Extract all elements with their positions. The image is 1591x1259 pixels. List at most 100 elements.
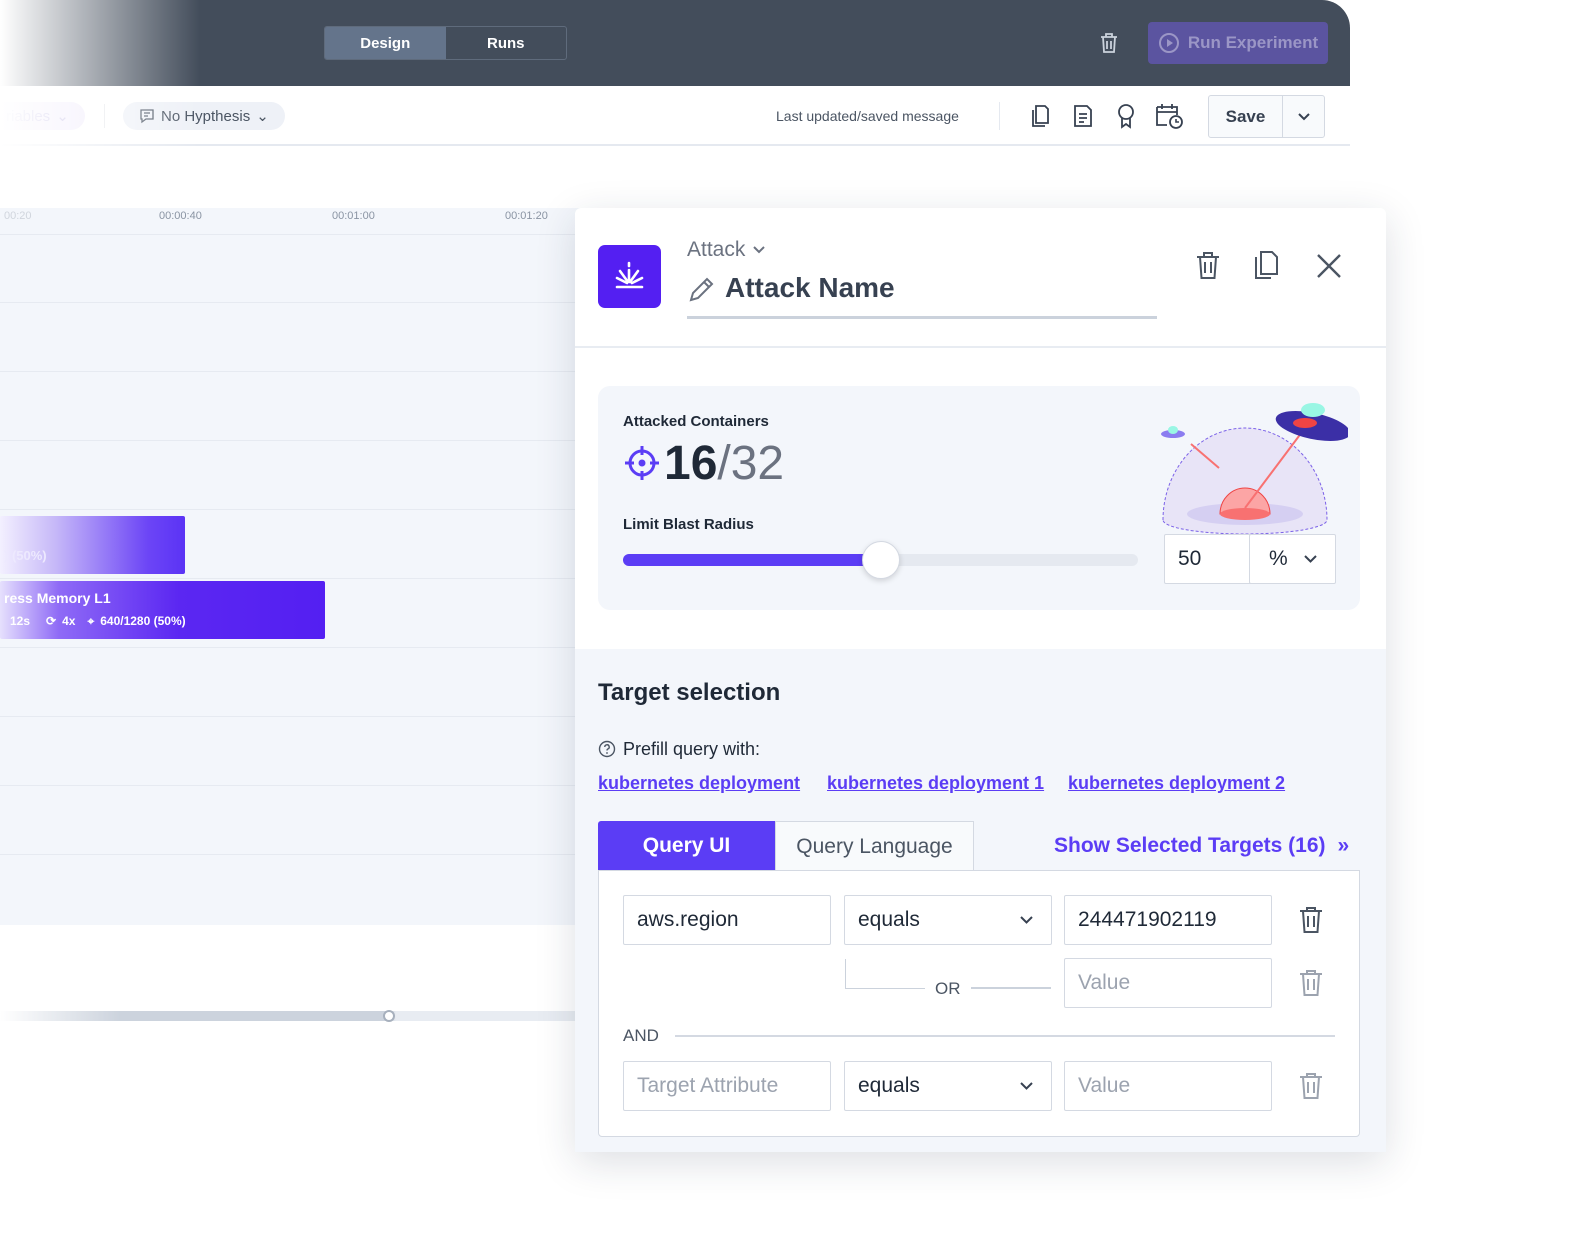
- row-divider: [0, 302, 600, 303]
- prefill-link[interactable]: kubernetes deployment: [598, 773, 800, 794]
- name-underline: [687, 316, 1157, 319]
- attack-panel: Attack Attack Name Attacked Containers 1…: [575, 208, 1386, 1152]
- operator-select[interactable]: equals: [844, 1061, 1052, 1111]
- trash-icon[interactable]: [1195, 251, 1221, 281]
- row-divider: [0, 509, 600, 510]
- attacked-containers-label: Attacked Containers: [623, 413, 769, 430]
- bar-repeat: 4x: [62, 614, 76, 628]
- tick-label: 00:00:40: [159, 210, 202, 222]
- and-divider: [675, 1035, 1335, 1037]
- run-experiment-button[interactable]: Run Experiment: [1148, 22, 1328, 64]
- copy-icon[interactable]: [1029, 104, 1051, 128]
- status-message: Last updated/saved message: [776, 108, 959, 124]
- prefill-link[interactable]: kubernetes deployment 2: [1068, 773, 1285, 794]
- tick-label: 00:01:20: [505, 210, 548, 222]
- tick-label: 00:20: [4, 210, 32, 222]
- row-divider: [0, 440, 600, 441]
- save-split-button: Save: [1208, 95, 1325, 138]
- and-label: AND: [623, 1026, 659, 1045]
- tab-runs[interactable]: Runs: [446, 27, 567, 59]
- or-connector-line: [971, 987, 1051, 989]
- hypothesis-label: No Hypthesis: [161, 107, 251, 125]
- target-selection-title: Target selection: [598, 679, 781, 706]
- value-input[interactable]: 244471902119: [1064, 895, 1272, 945]
- run-experiment-label: Run Experiment: [1187, 33, 1319, 52]
- hypothesis-dropdown[interactable]: No Hypthesis ⌄: [123, 102, 285, 130]
- double-chevron-right-icon: »: [1337, 834, 1350, 857]
- divider: [999, 102, 1000, 130]
- chevron-down-icon: [1304, 555, 1317, 563]
- crosshair-icon: [625, 446, 659, 480]
- play-icon: [1158, 33, 1179, 53]
- close-icon[interactable]: [1316, 253, 1342, 279]
- trash-icon[interactable]: [1298, 906, 1324, 934]
- chevron-down-icon: ⌄: [56, 108, 69, 125]
- value-input[interactable]: Value: [1078, 1074, 1130, 1098]
- attack-name-input[interactable]: Attack Name: [725, 272, 895, 304]
- attack-type-label: Attack: [687, 238, 746, 261]
- unit-label: %: [1269, 547, 1288, 570]
- attack-type-icon: [598, 245, 661, 308]
- target-attribute-input[interactable]: Target Attribute: [637, 1074, 778, 1098]
- target-icon: ⌖: [87, 614, 95, 628]
- tab-design[interactable]: Design: [325, 27, 446, 59]
- show-targets-label: Show Selected Targets (16): [1054, 834, 1326, 857]
- query-builder: aws.region equals 244471902119 OR Value …: [598, 870, 1360, 1137]
- row-divider: [0, 578, 600, 579]
- operator-label: equals: [858, 1074, 920, 1097]
- attack-type-dropdown[interactable]: Attack: [687, 238, 766, 262]
- chevron-down-icon: [1297, 112, 1310, 120]
- tab-query-language[interactable]: Query Language: [775, 821, 974, 871]
- divider: [104, 104, 105, 128]
- blast-radius-unit-select[interactable]: %: [1249, 534, 1336, 584]
- chevron-down-icon: [1020, 1082, 1033, 1090]
- attack-bar-stress-memory[interactable]: ress Memory L1 12s ⟳ 4x ⌖ 640/1280 (50%): [0, 581, 325, 639]
- row-divider: [0, 371, 600, 372]
- document-icon[interactable]: [1072, 104, 1094, 128]
- chevron-down-icon: [1020, 916, 1033, 924]
- explosion-icon: [615, 261, 644, 289]
- operator-select[interactable]: equals: [844, 895, 1052, 945]
- save-button[interactable]: Save: [1209, 96, 1283, 137]
- duplicate-icon[interactable]: [1252, 250, 1280, 280]
- attack-bar[interactable]: ) (50%): [0, 516, 185, 574]
- pencil-icon: [689, 277, 714, 302]
- blast-radius-card: Attacked Containers 16/32 Limit Blast Ra…: [598, 386, 1360, 610]
- comment-icon: [140, 109, 154, 124]
- help-icon[interactable]: [598, 740, 616, 758]
- chevron-down-icon: ⌄: [256, 108, 269, 125]
- attribute-input[interactable]: aws.region: [623, 895, 831, 945]
- bar-duration: 12s: [10, 614, 31, 628]
- chevron-down-icon: [753, 246, 766, 254]
- row-divider: [0, 234, 600, 235]
- row-divider: [0, 716, 600, 717]
- row-divider: [0, 854, 600, 855]
- row-divider: [0, 785, 600, 786]
- view-tabs: Design Runs: [324, 26, 567, 60]
- slider-handle[interactable]: [861, 541, 900, 579]
- prefill-label: Prefill query with:: [623, 739, 761, 759]
- bar-meta: ) (50%): [4, 548, 47, 563]
- blast-radius-value-input[interactable]: 50: [1164, 534, 1251, 584]
- trash-icon[interactable]: [1099, 32, 1119, 54]
- timeline-scrollbar[interactable]: [0, 1011, 600, 1021]
- save-options-button[interactable]: [1283, 96, 1324, 137]
- repeat-icon: ⟳: [46, 614, 57, 628]
- variables-label: riables: [6, 107, 51, 125]
- trash-icon[interactable]: [1298, 969, 1324, 997]
- attacked-count: 16: [664, 437, 718, 490]
- show-selected-targets-link[interactable]: Show Selected Targets (16) »: [1054, 834, 1349, 858]
- schedule-icon[interactable]: [1155, 102, 1185, 130]
- tab-query-ui[interactable]: Query UI: [598, 821, 775, 871]
- trash-icon[interactable]: [1298, 1072, 1324, 1100]
- blast-radius-label: Limit Blast Radius: [623, 516, 754, 533]
- or-label: OR: [935, 979, 961, 998]
- or-value-input[interactable]: Value: [1078, 971, 1130, 995]
- variables-dropdown[interactable]: riables ⌄: [0, 102, 85, 130]
- scrollbar-handle[interactable]: [383, 1010, 395, 1022]
- blast-radius-illustration: [1161, 403, 1348, 535]
- operator-label: equals: [858, 908, 920, 931]
- award-icon[interactable]: [1115, 103, 1137, 129]
- prefill-link[interactable]: kubernetes deployment 1: [827, 773, 1044, 794]
- bar-targets: 640/1280 (50%): [100, 614, 186, 628]
